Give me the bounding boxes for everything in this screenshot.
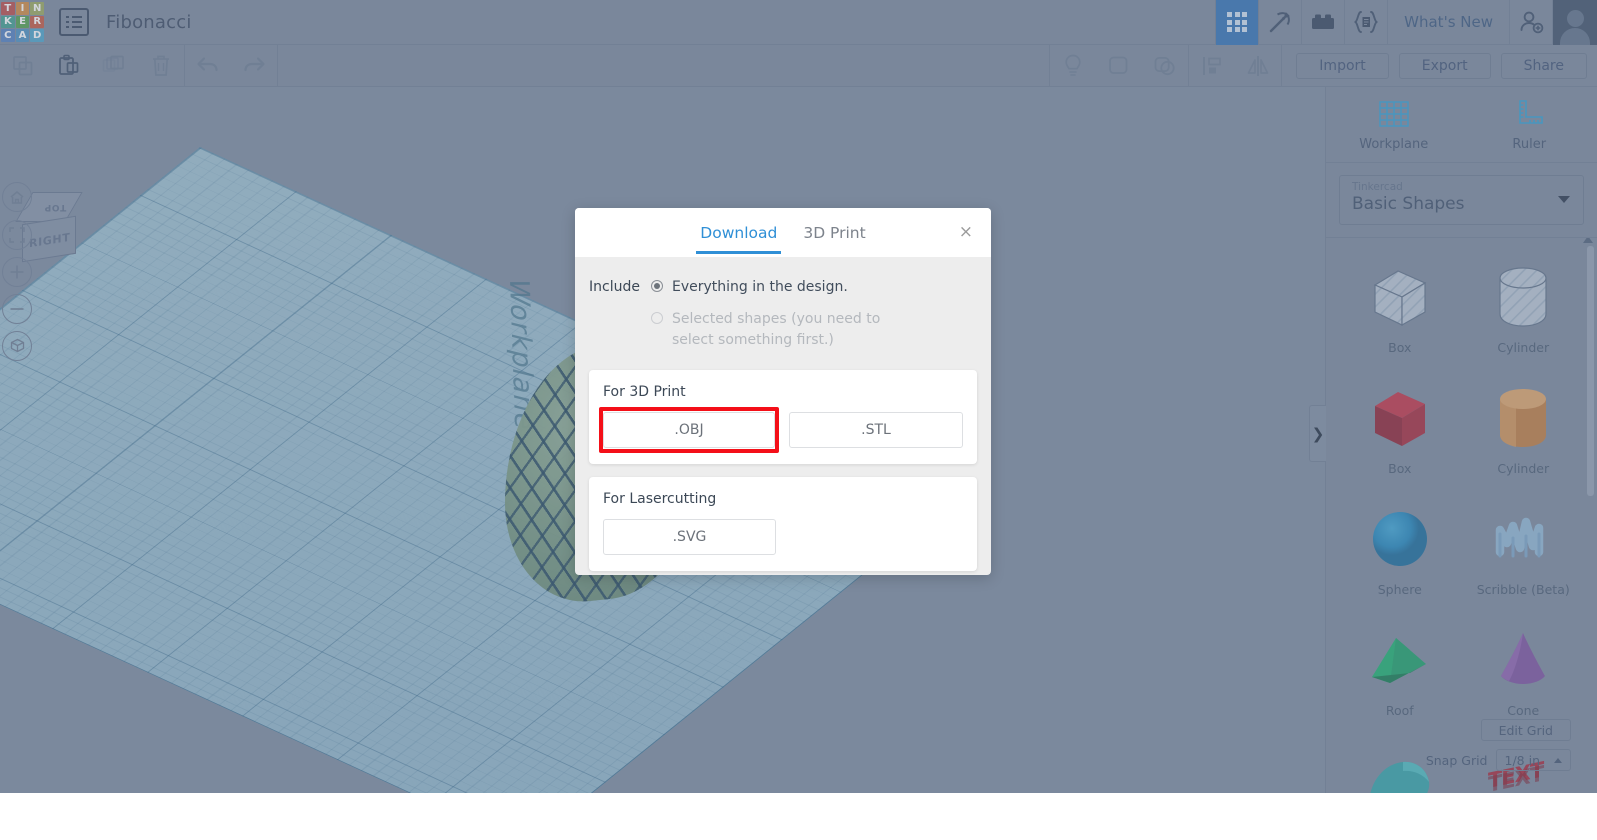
section-3d-print: For 3D Print .OBJ .STL (589, 369, 977, 464)
option-everything-label: Everything in the design. (672, 279, 848, 295)
option-selected-shapes: Selected shapes (you need to select some… (651, 309, 977, 350)
radio-selected-shapes-icon (651, 312, 663, 325)
download-obj-button[interactable]: .OBJ (603, 411, 775, 448)
page-bottom-strip (0, 793, 1597, 840)
dialog-body: Include Everything in the design. Select… (575, 257, 991, 571)
radio-everything-icon[interactable] (651, 280, 663, 292)
tab-3d-print-label: 3D Print (803, 223, 866, 242)
download-stl-label: .STL (861, 421, 891, 438)
include-options: Everything in the design. Selected shape… (651, 277, 977, 362)
tab-3d-print[interactable]: 3D Print (803, 224, 865, 254)
section-3d-print-title: For 3D Print (603, 383, 686, 400)
dialog-header: Download 3D Print × (575, 208, 991, 257)
close-glyph: × (958, 222, 973, 242)
export-dialog: Download 3D Print × Include Everything i… (575, 208, 991, 575)
format-buttons-3d: .OBJ .STL (599, 406, 963, 453)
section-lasercutting-title: For Lasercutting (603, 490, 717, 507)
tab-download[interactable]: Download (696, 223, 782, 254)
obj-button-wrapper: .OBJ (599, 406, 779, 453)
close-icon[interactable]: × (959, 224, 973, 241)
download-svg-button[interactable]: .SVG (603, 518, 776, 555)
option-selected-shapes-label: Selected shapes (you need to select some… (672, 311, 881, 348)
tab-download-label: Download (700, 223, 778, 242)
include-section: Include Everything in the design. Select… (589, 273, 977, 370)
download-svg-label: .SVG (672, 528, 707, 545)
download-stl-button[interactable]: .STL (789, 411, 963, 448)
include-label: Include (589, 279, 640, 295)
download-obj-label: .OBJ (674, 421, 704, 438)
section-lasercutting: For Lasercutting .SVG (589, 476, 977, 571)
option-everything[interactable]: Everything in the design. (651, 277, 977, 297)
format-buttons-laser: .SVG (603, 518, 963, 555)
